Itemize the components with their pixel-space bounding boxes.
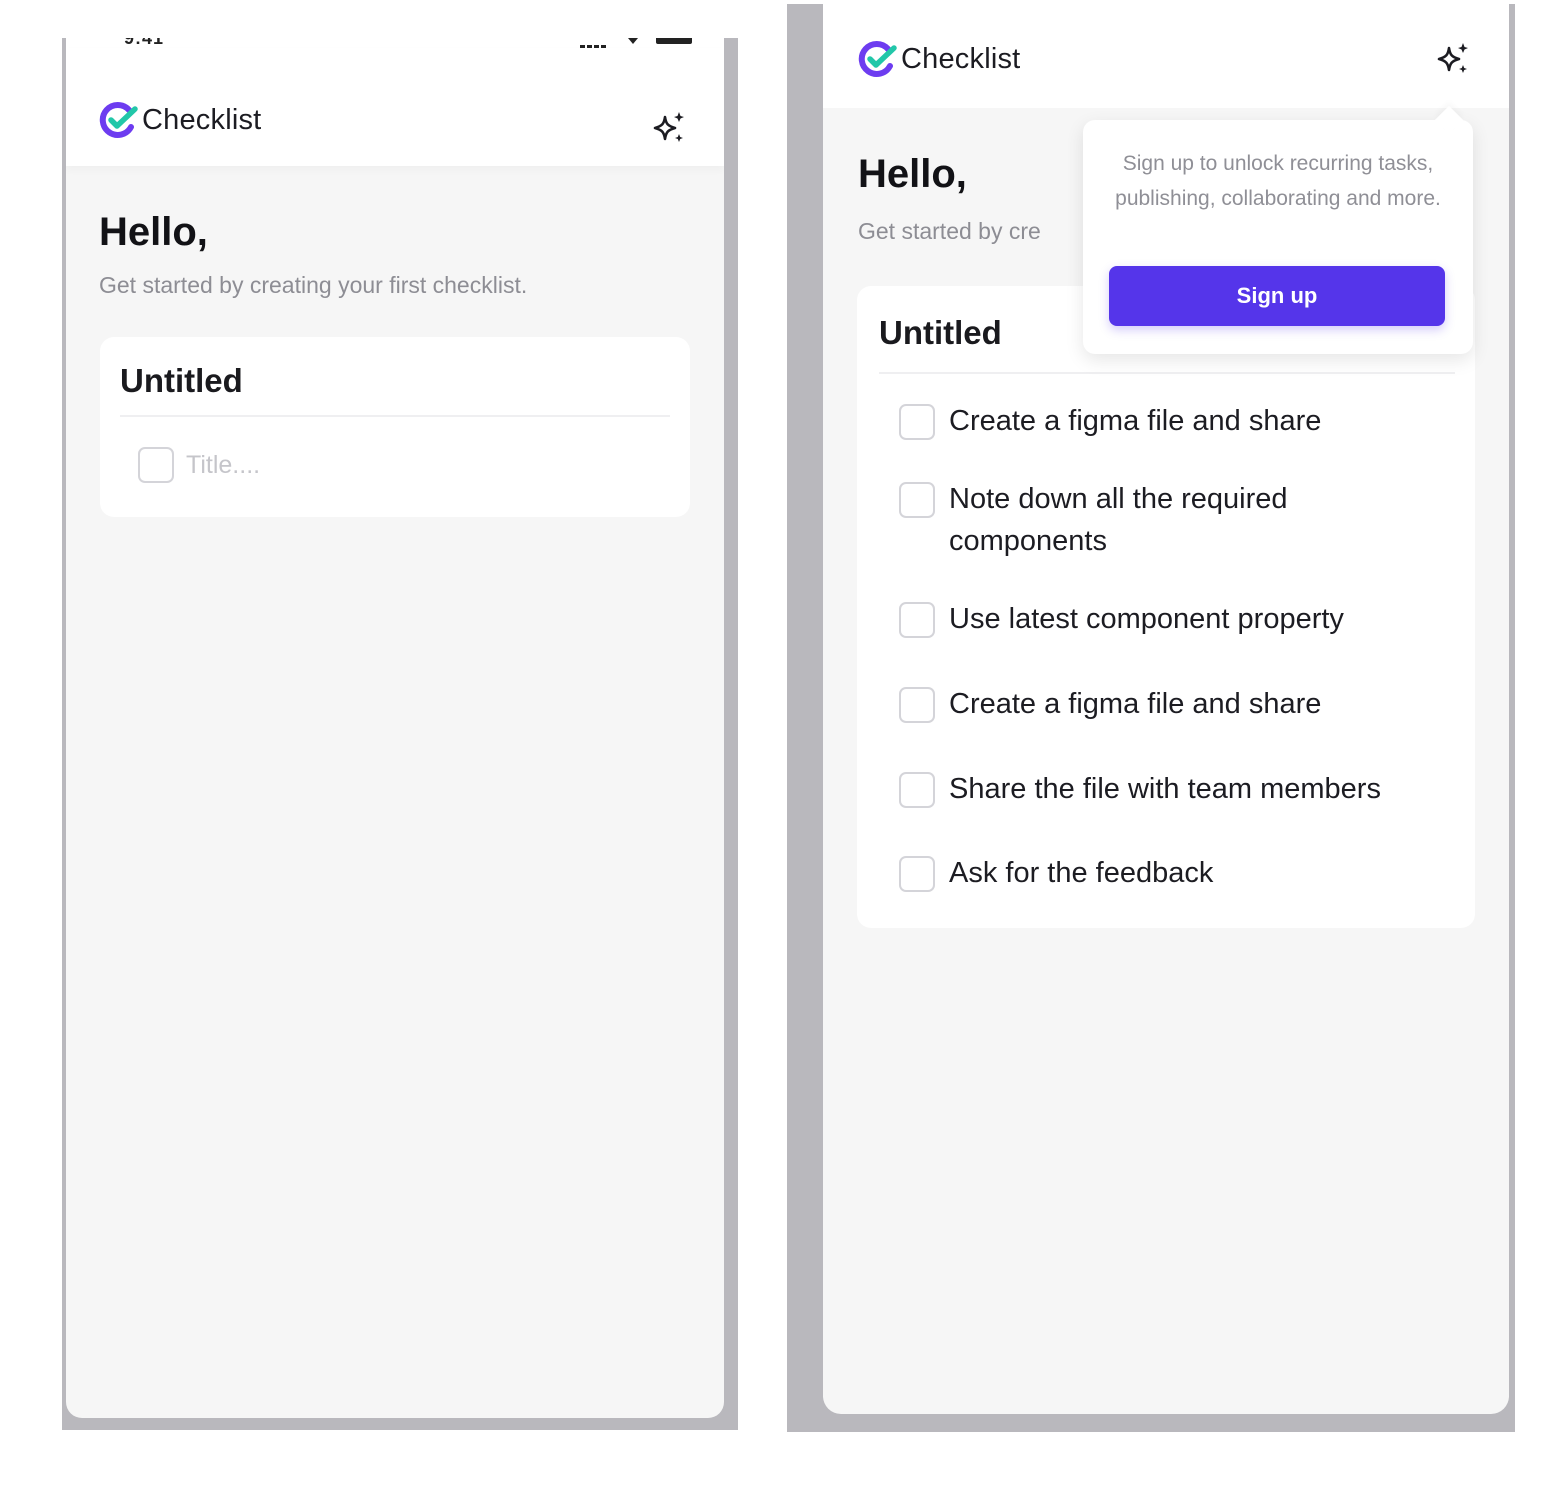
checklist-item-label: Note down all the required components — [949, 483, 1288, 557]
signal-icon — [580, 38, 612, 51]
subtext: Get started by creating your first check… — [99, 272, 528, 298]
checklist-item[interactable]: Create a figma file and share — [899, 404, 1429, 442]
subtext: Get started by cre — [858, 218, 1041, 244]
left-screen: 9:41 Checklist Hello, Get started by cre… — [66, 38, 724, 1418]
app-header: Checklist — [823, 4, 1509, 108]
checklist-card: Untitled Create a figma file and share N… — [857, 286, 1475, 928]
greeting: Hello, — [858, 152, 967, 196]
checklist-logo-icon — [858, 40, 897, 77]
checklist-card: Untitled — [100, 337, 690, 517]
divider — [120, 415, 670, 417]
checklist-item[interactable]: Use latest component property — [899, 602, 1469, 640]
app-name: Checklist — [142, 103, 262, 136]
checklist-title[interactable]: Untitled — [879, 314, 1002, 352]
checkbox[interactable] — [899, 687, 935, 723]
greeting: Hello, — [99, 210, 208, 254]
sparkle-icon[interactable] — [650, 109, 688, 147]
right-screen: Checklist Hello, Get started by cre Unti… — [823, 4, 1509, 1414]
checklist-item-label: Ask for the feedback — [949, 857, 1214, 889]
checkbox[interactable] — [899, 602, 935, 638]
wifi-icon — [628, 38, 638, 44]
left-phone-frame: 9:41 Checklist Hello, Get started by cre… — [62, 38, 738, 1430]
checklist-item[interactable]: Note down all the required components — [899, 482, 1349, 562]
checklist-item-label: Share the file with team members — [949, 773, 1381, 805]
signup-popover: Sign up to unlock recurring tasks, publi… — [1083, 105, 1473, 354]
brand: Checklist — [857, 39, 1020, 79]
checklist-title[interactable]: Untitled — [120, 362, 243, 400]
brand: Checklist — [98, 100, 261, 140]
checklist-item[interactable]: Create a figma file and share — [899, 687, 1429, 725]
checklist-item-label: Use latest component property — [949, 603, 1344, 635]
checklist-item[interactable]: Share the file with team members — [899, 772, 1479, 810]
app-header: Checklist — [66, 48, 724, 166]
sign-up-button[interactable]: Sign up — [1109, 266, 1445, 326]
checkbox[interactable] — [899, 404, 935, 440]
app-name: Checklist — [901, 42, 1021, 75]
popover-message: Sign up to unlock recurring tasks, publi… — [1115, 152, 1441, 210]
checkbox[interactable] — [899, 482, 935, 518]
checklist-logo-icon — [99, 101, 138, 138]
checklist-item-label: Create a figma file and share — [949, 405, 1322, 437]
checkbox[interactable] — [899, 856, 935, 892]
new-item-row — [138, 447, 486, 483]
new-item-input[interactable] — [186, 450, 486, 480]
popover-arrow — [1434, 105, 1464, 135]
checkbox[interactable] — [899, 772, 935, 808]
right-phone-frame: Checklist Hello, Get started by cre Unti… — [787, 4, 1515, 1432]
status-bar: 9:41 — [66, 38, 724, 51]
battery-icon — [656, 38, 692, 44]
checkbox[interactable] — [138, 447, 174, 483]
sparkle-icon[interactable] — [1434, 40, 1472, 78]
checklist-item-label: Create a figma file and share — [949, 688, 1322, 720]
checklist-item[interactable]: Ask for the feedback — [899, 856, 1429, 894]
divider — [879, 372, 1455, 374]
